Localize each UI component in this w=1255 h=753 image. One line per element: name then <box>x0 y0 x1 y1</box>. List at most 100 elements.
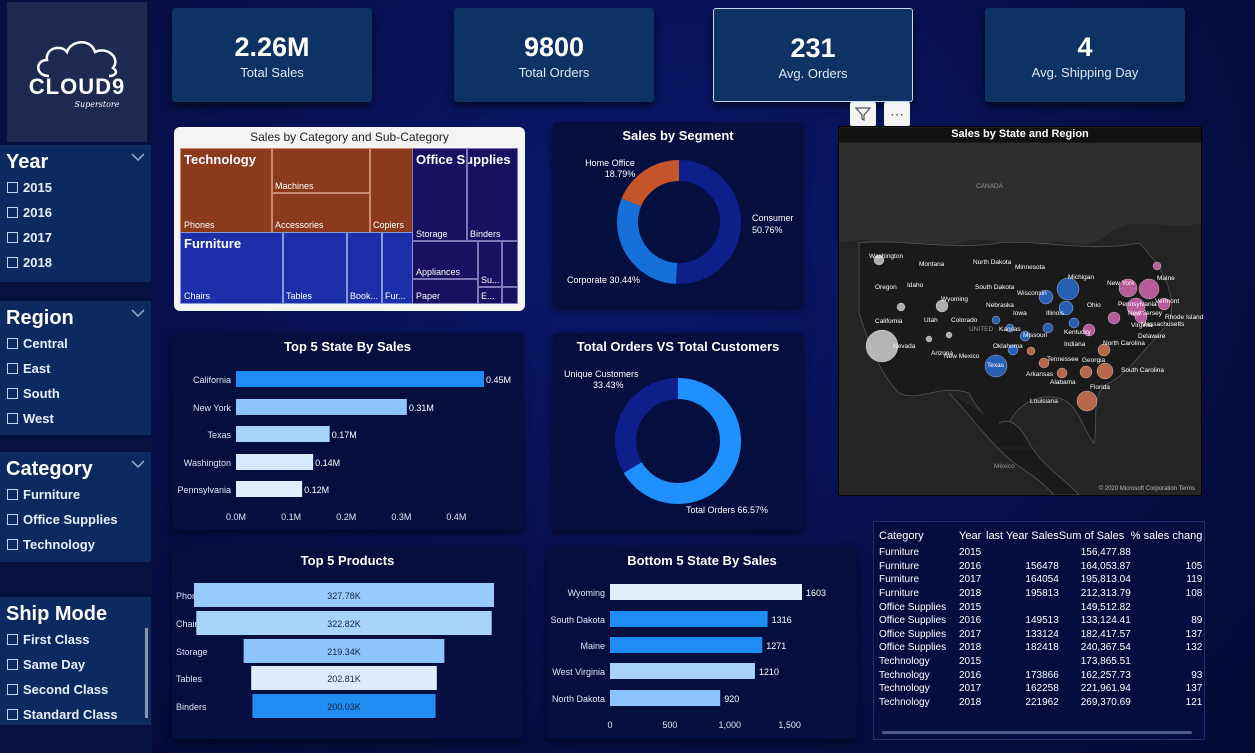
treemap-cell-storage[interactable]: Storage <box>412 148 468 242</box>
slicer-item-2017[interactable]: 2017 <box>0 225 151 250</box>
table-row[interactable]: Furniture 2018 195813 212,313.79 108 <box>879 587 1202 601</box>
column-header[interactable]: Year <box>959 526 986 546</box>
horizontal-scrollbar[interactable] <box>882 731 1192 734</box>
table-row[interactable]: Technology 2018 221962 269,370.69 121 <box>879 696 1202 710</box>
checkbox[interactable] <box>7 232 18 243</box>
slicer-item-office-supplies[interactable]: Office Supplies <box>0 507 151 532</box>
checkbox[interactable] <box>7 659 18 670</box>
data-label: 1210 <box>759 667 779 677</box>
kpi-label: Avg. Orders <box>778 66 848 81</box>
treemap-title: Sales by Category and Sub-Category <box>250 130 449 144</box>
treemap-cell-tables[interactable]: Tables <box>282 232 348 304</box>
table-row[interactable]: Furniture 2015 156,477.88 <box>879 546 1202 560</box>
slicer-item-south[interactable]: South <box>0 381 151 406</box>
treemap-sales-by-category[interactable]: Sales by Category and Sub-Category Techn… <box>174 127 525 311</box>
treemap-cell-accessories[interactable]: Accessories <box>271 192 371 233</box>
table-cell: 105 <box>1185 560 1203 572</box>
map-bubble <box>1107 311 1121 325</box>
kpi-avg-shipping-day[interactable]: 4 Avg. Shipping Day <box>985 8 1185 102</box>
x-tick-label: 500 <box>662 720 677 730</box>
table-row[interactable]: Office Supplies 2018 182418 240,367.54 132 <box>879 641 1202 655</box>
slicer-item-2016[interactable]: 2016 <box>0 200 151 225</box>
slicer-title: Category <box>6 458 93 480</box>
checkbox[interactable] <box>7 709 18 720</box>
table-row[interactable]: Furniture 2017 164054 195,813.04 119 <box>879 573 1202 587</box>
sales-change-table[interactable]: Category Year last Year Sales Sum of Sal… <box>873 521 1205 740</box>
column-header[interactable]: Sum of Sales <box>1059 526 1131 546</box>
treemap-cell-small[interactable] <box>501 286 518 304</box>
slicer-item-second-class[interactable]: Second Class <box>0 677 151 702</box>
slicer-item-2018[interactable]: 2018 <box>0 250 151 275</box>
treemap-cell-copiers[interactable]: Copiers <box>369 148 413 233</box>
more-options-icon[interactable]: ⋯ <box>884 102 910 126</box>
table-row[interactable]: Technology 2015 173,865.51 <box>879 655 1202 669</box>
treemap-cell-supplies[interactable]: Su... <box>477 240 503 288</box>
filter-icon[interactable] <box>850 102 876 126</box>
slicer-item-central[interactable]: Central <box>0 331 151 356</box>
slicer-item-furniture[interactable]: Furniture <box>0 482 151 507</box>
treemap-cell-envelopes[interactable]: E... <box>477 286 503 304</box>
kpi-total-orders[interactable]: 9800 Total Orders <box>454 8 654 102</box>
sales-map[interactable]: Sales by State and Region CANADA Washingt… <box>838 126 1203 496</box>
treemap-cell-paper[interactable]: Paper <box>412 278 479 304</box>
treemap-cell-bookcases[interactable]: Book... <box>346 232 383 304</box>
data-label: Home Office <box>585 158 635 168</box>
checkbox[interactable] <box>7 207 18 218</box>
checkbox[interactable] <box>7 489 18 500</box>
top5-state-bar-chart[interactable]: California 0.45M New York 0.31M Texas 0.17M Wa… <box>172 333 523 530</box>
chevron-down-icon[interactable] <box>131 308 145 318</box>
table-row[interactable]: Technology 2017 162258 221,961.94 137 <box>879 682 1202 696</box>
checkbox[interactable] <box>7 634 18 645</box>
table-row[interactable]: Office Supplies 2017 133124 182,417.57 137 <box>879 628 1202 642</box>
treemap-cell-appliances[interactable]: Appliances <box>412 240 479 280</box>
slicer-item-first-class[interactable]: First Class <box>0 627 151 652</box>
table-row[interactable]: Office Supplies 2015 149,512.82 <box>879 600 1202 614</box>
bar <box>610 611 768 627</box>
orders-customers-donut-chart[interactable]: Unique Customers33.43% Total Orders 66.57… <box>553 333 803 530</box>
top5-products-funnel-chart[interactable]: Phones 327.78KChairs 322.82KStorage 219.34K… <box>172 547 523 739</box>
column-header[interactable]: last Year Sales <box>986 526 1059 546</box>
slicer-item-technology[interactable]: Technology <box>0 532 151 557</box>
slicer-item-same-day[interactable]: Same Day <box>0 652 151 677</box>
checkbox[interactable] <box>7 539 18 550</box>
treemap-cell-phones[interactable]: Phones <box>180 148 273 233</box>
map-bubble <box>896 302 906 312</box>
slicer-item-east[interactable]: East <box>0 356 151 381</box>
table-row[interactable]: Technology 2016 173866 162,257.73 93 <box>879 668 1202 682</box>
checkbox[interactable] <box>7 514 18 525</box>
bottom5-state-bar-chart[interactable]: Wyoming 1603 South Dakota 1316 Maine 1271 West… <box>547 547 857 739</box>
kpi-avg-orders[interactable]: 231 Avg. Orders <box>713 8 913 102</box>
table-row[interactable]: Furniture 2016 156478 164,053.87 105 <box>879 560 1202 574</box>
slicer-item-west[interactable]: West <box>0 406 151 431</box>
chevron-down-icon[interactable] <box>131 459 145 469</box>
treemap-cell-small[interactable] <box>501 240 518 288</box>
map-bubble <box>945 331 953 339</box>
map-place-label: Massachusetts <box>1141 321 1185 328</box>
slicer-scrollbar[interactable] <box>145 628 148 718</box>
column-header[interactable]: % sales chang <box>1131 526 1203 546</box>
x-tick-label: 0 <box>607 720 612 730</box>
checkbox[interactable] <box>7 413 18 424</box>
column-header[interactable]: Category <box>879 526 959 546</box>
map-place-label: Colorado <box>951 317 978 324</box>
chevron-down-icon[interactable] <box>131 152 145 162</box>
data-label: 0.31M <box>409 403 434 413</box>
segment-donut-chart[interactable]: Home Office18.79% Consumer 50.76% Corporate… <box>553 122 803 307</box>
kpi-total-sales[interactable]: 2.26M Total Sales <box>172 8 372 102</box>
checkbox[interactable] <box>7 388 18 399</box>
checkbox[interactable] <box>7 363 18 374</box>
table-row[interactable]: Office Supplies 2016 149513 133,124.41 89 <box>879 614 1202 628</box>
slicer-item-2015[interactable]: 2015 <box>0 175 151 200</box>
checkbox[interactable] <box>7 338 18 349</box>
checkbox[interactable] <box>7 182 18 193</box>
donut-slice <box>676 160 741 284</box>
treemap-cell-machines[interactable]: Machines <box>271 148 371 194</box>
treemap-cell-binders[interactable]: Binders <box>466 148 518 242</box>
x-tick-label: 0.3M <box>391 512 411 522</box>
checkbox[interactable] <box>7 257 18 268</box>
slicer-item-standard-class[interactable]: Standard Class <box>0 702 151 727</box>
table-cell: 121 <box>1185 696 1203 708</box>
checkbox[interactable] <box>7 684 18 695</box>
treemap-cell-furnishings[interactable]: Fur... <box>381 232 413 304</box>
treemap-cell-chairs[interactable]: Chairs <box>180 232 284 304</box>
